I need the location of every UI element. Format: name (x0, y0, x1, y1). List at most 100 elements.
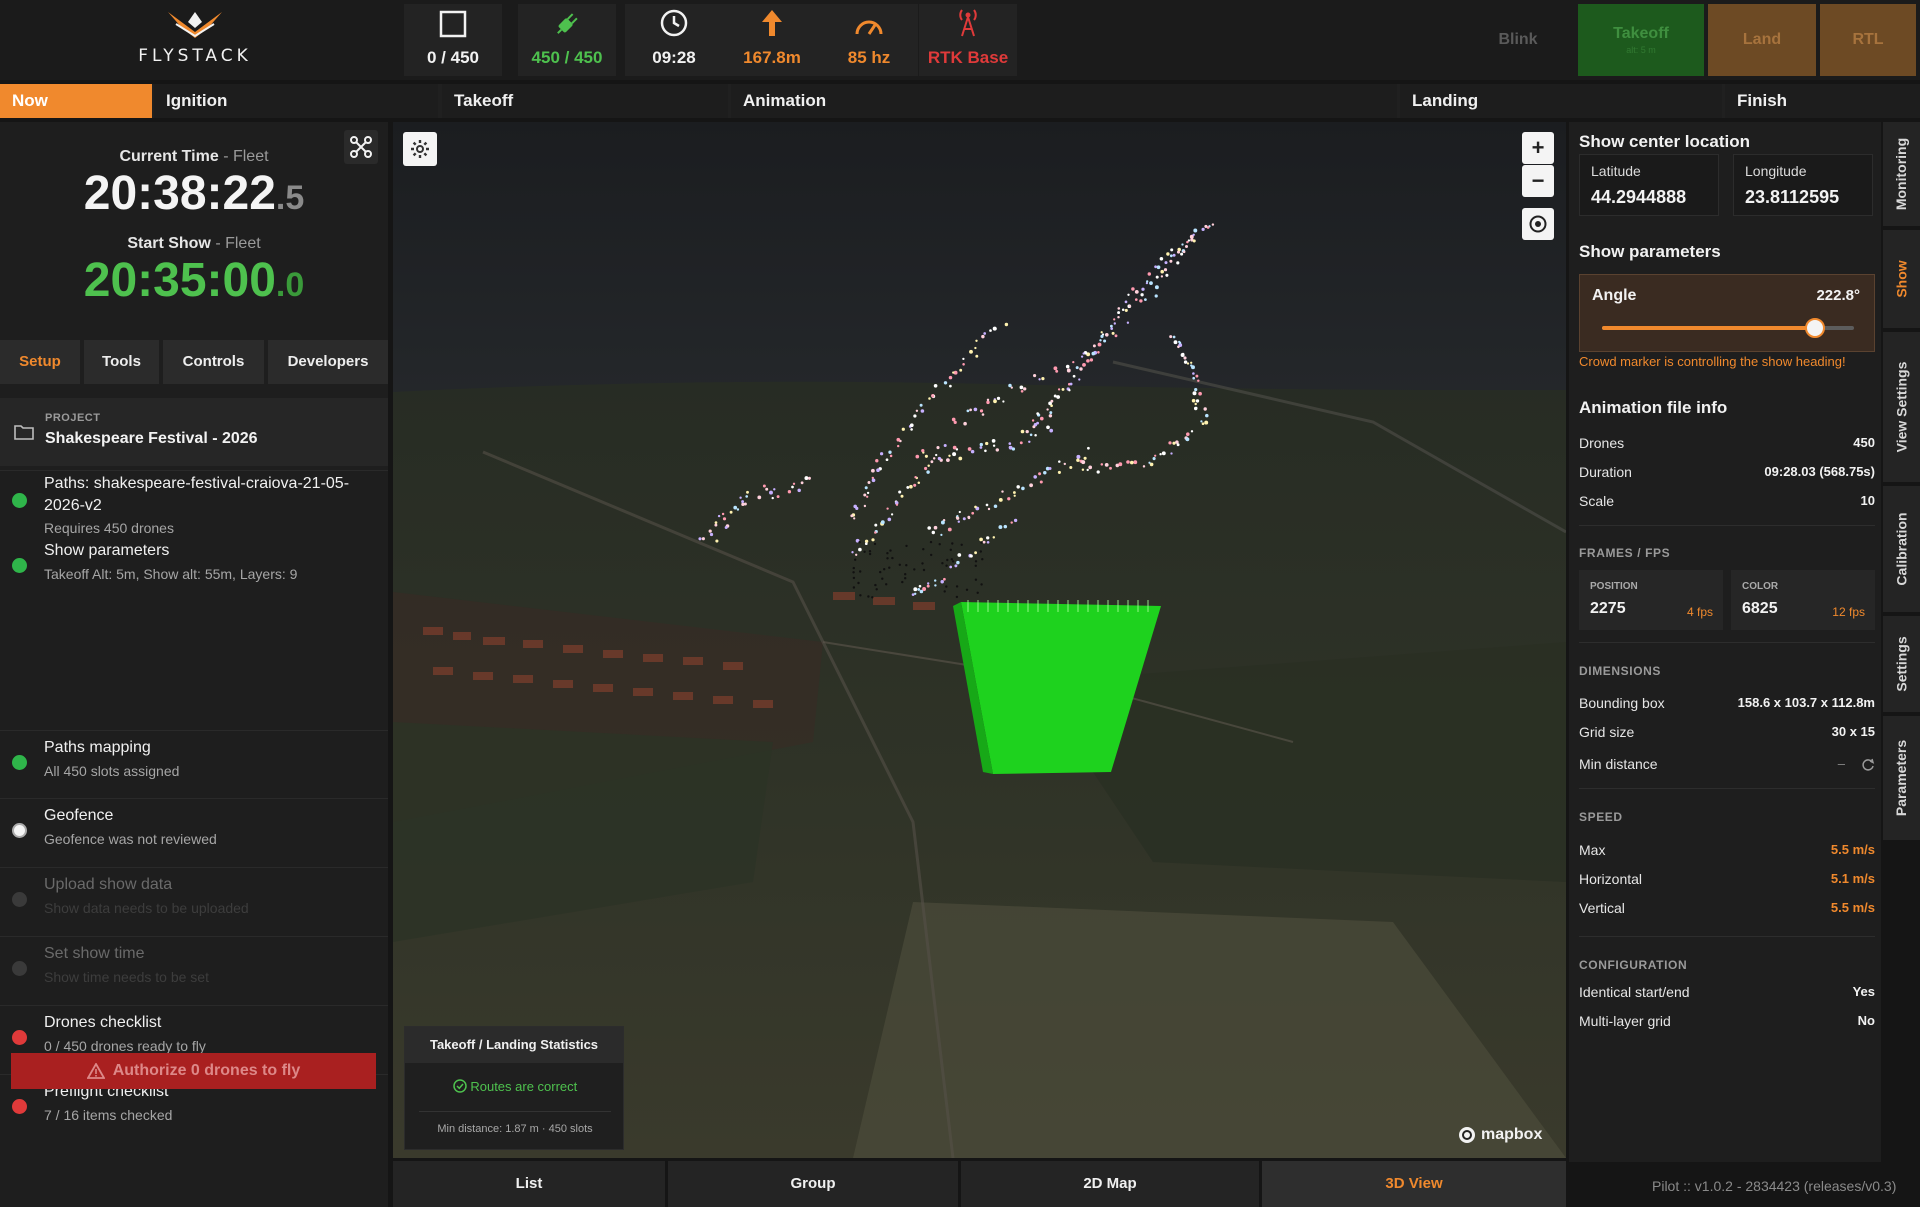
drone-dot (741, 502, 745, 507)
step-geofence[interactable]: Geofence Geofence was not reviewed (0, 798, 388, 867)
drone-dot (736, 508, 740, 511)
recenter-button[interactable] (1522, 208, 1554, 240)
stat-frequency[interactable]: 85 hz (820, 4, 918, 76)
map-3d-view[interactable]: + − Takeoff / Landing Statistics Routes … (393, 122, 1566, 1158)
step-paths-mapping[interactable]: Paths mapping All 450 slots assigned (0, 730, 388, 798)
drone-dot (921, 562, 924, 565)
drone-dot (979, 446, 983, 449)
timeline-phase-animation[interactable]: Animation (731, 84, 1397, 118)
drone-dot (874, 523, 878, 527)
stat-value: 0 / 450 (427, 48, 479, 67)
drone-dot (874, 531, 877, 534)
drone-dot (701, 537, 705, 541)
land-button[interactable]: Land (1708, 4, 1816, 76)
drone-dot (729, 510, 733, 514)
drone-dot (898, 563, 901, 566)
tab-developers[interactable]: Developers (268, 340, 388, 384)
drone-dot (1097, 351, 1100, 354)
step-show-parameters[interactable]: Show parameters Takeoff Alt: 5m, Show al… (0, 535, 388, 603)
drone-dot (971, 511, 975, 515)
tab-tools[interactable]: Tools (84, 340, 159, 384)
drone-dot (850, 514, 854, 518)
frames-title: FRAMES / FPS (1579, 546, 1671, 560)
drone-dot (1172, 335, 1176, 339)
mapbox-label: mapbox (1481, 1126, 1543, 1143)
drone-dot (1008, 442, 1012, 445)
drone-dot (1099, 339, 1102, 342)
blink-button[interactable]: Blink (1470, 4, 1566, 76)
drone-dot (1049, 428, 1054, 433)
mapbox-attribution[interactable]: mapbox (1458, 1126, 1542, 1144)
angle-slider-handle[interactable] (1805, 318, 1826, 338)
drone-dot (1165, 273, 1169, 277)
drone-dot (967, 447, 972, 451)
step-paths[interactable]: Paths: shakespeare-festival-craiova-21-0… (0, 470, 388, 536)
current-time-main: 20:38:22 (83, 167, 276, 220)
stat-connected-drones[interactable]: 0 / 450 (404, 4, 502, 76)
drone-dot (933, 525, 938, 530)
fleet-suffix: - Fleet (223, 148, 269, 165)
side-tab-view-settings[interactable]: View Settings (1883, 332, 1920, 482)
show-center-title: Show center location (1579, 132, 1750, 151)
drone-dot (886, 507, 889, 510)
tab-list[interactable]: List (393, 1161, 665, 1207)
drone-dot (913, 414, 917, 418)
side-tab-parameters[interactable]: Parameters (1883, 716, 1920, 840)
project-row[interactable]: PROJECT Shakespeare Festival - 2026 (0, 398, 388, 466)
color-fps: 12 fps (1832, 605, 1865, 619)
longitude-field[interactable]: Longitude 23.8112595 (1733, 154, 1873, 216)
drone-dot (871, 468, 875, 473)
zoom-out-button[interactable]: − (1522, 165, 1554, 197)
authorize-label: Authorize 0 drones to fly (112, 1062, 301, 1079)
drone-dot (995, 448, 999, 452)
side-tab-calibration[interactable]: Calibration (1883, 486, 1920, 612)
drone-dot (1192, 372, 1195, 375)
angle-slider[interactable] (1602, 318, 1854, 338)
refresh-icon[interactable] (1861, 758, 1875, 772)
authorize-button[interactable]: Authorize 0 drones to fly (11, 1053, 376, 1089)
side-tab-show[interactable]: Show (1883, 230, 1920, 328)
timeline-phase-finish[interactable]: Finish (1725, 84, 1920, 118)
drone-dot (852, 566, 855, 570)
drone-dot (948, 454, 951, 458)
drone-dot (859, 570, 862, 573)
drone-view-button[interactable] (344, 130, 378, 164)
drone-dot (1200, 420, 1203, 423)
stat-rtk-base[interactable]: RTK Base (919, 4, 1017, 76)
timeline-phase-landing[interactable]: Landing (1400, 84, 1722, 118)
drone-dot (976, 591, 979, 594)
drone-dot (927, 526, 931, 530)
stat-duration[interactable]: 09:28 (625, 4, 723, 76)
info-value: 5.5 m/s (1830, 900, 1875, 915)
drone-dot (951, 542, 954, 545)
step-set-show-time[interactable]: Set show time Show time needs to be set (0, 936, 388, 1005)
drone-dot (969, 408, 972, 412)
rtl-button[interactable]: RTL (1820, 4, 1916, 76)
drone-dot (721, 512, 725, 516)
timeline-phase-now[interactable]: Now (0, 84, 152, 118)
drone-dot (946, 558, 949, 562)
drone-dot (962, 357, 965, 361)
latitude-field[interactable]: Latitude 44.2944888 (1579, 154, 1719, 216)
zoom-in-button[interactable]: + (1522, 132, 1554, 164)
timeline-phase-takeoff[interactable]: Takeoff (442, 84, 728, 118)
drone-dot (1168, 441, 1172, 445)
stat-altitude[interactable]: 167.8m (723, 4, 821, 76)
tab-2d-map[interactable]: 2D Map (961, 1161, 1259, 1207)
show-parameters-title: Show parameters (1579, 242, 1721, 261)
drone-dot (746, 490, 749, 494)
tab-group[interactable]: Group (668, 1161, 958, 1207)
side-tab-settings[interactable]: Settings (1883, 616, 1920, 712)
takeoff-button[interactable]: Takeoff alt: 5 m (1578, 4, 1704, 76)
stat-charged-drones[interactable]: 450 / 450 (518, 4, 616, 76)
map-settings-button[interactable] (403, 132, 437, 166)
side-tab-monitoring[interactable]: Monitoring (1883, 122, 1920, 226)
tab-3d-view[interactable]: 3D View (1262, 1161, 1566, 1207)
step-upload-show-data[interactable]: Upload show data Show data needs to be u… (0, 867, 388, 936)
drone-dot (1192, 233, 1195, 237)
timeline-phase-ignition[interactable]: Ignition (154, 84, 438, 118)
stat-value: RTK Base (927, 48, 1009, 67)
drone-dot (1111, 331, 1115, 335)
tab-setup[interactable]: Setup (0, 340, 80, 384)
tab-controls[interactable]: Controls (163, 340, 264, 384)
